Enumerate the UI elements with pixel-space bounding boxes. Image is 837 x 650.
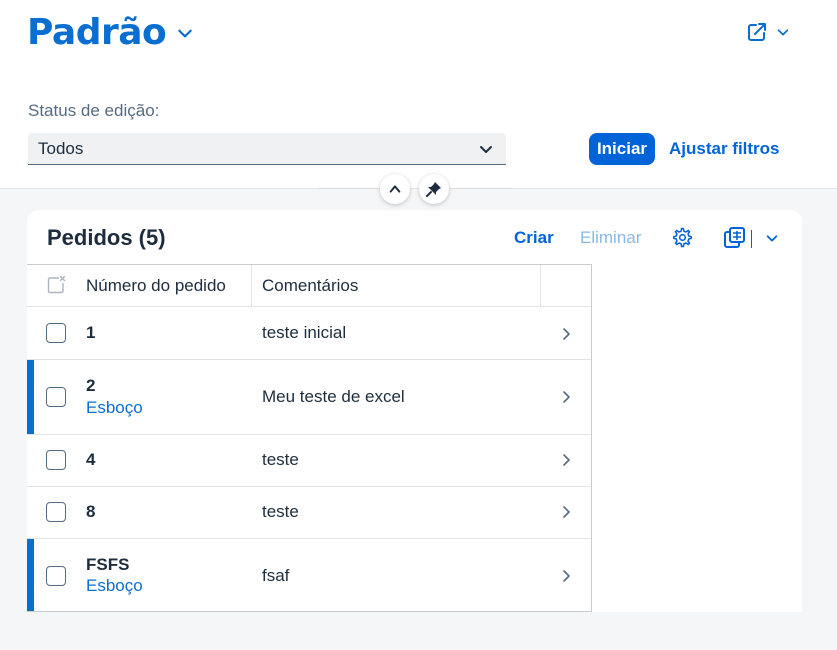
- filter-label: Status de edição:: [28, 101, 160, 120]
- collapse-header-button[interactable]: [380, 174, 410, 204]
- order-number: 8: [86, 502, 96, 521]
- draft-status: Esboço: [86, 576, 143, 595]
- order-comment: fsaf: [262, 566, 290, 585]
- order-comment: teste: [262, 502, 299, 521]
- table-row[interactable]: FSFS Esboço fsaf: [27, 539, 591, 612]
- chevron-down-icon[interactable]: [765, 231, 779, 245]
- go-button[interactable]: Iniciar: [589, 133, 655, 165]
- navigation-arrow-icon: [563, 570, 570, 582]
- navigation-arrow-icon: [563, 506, 570, 518]
- table-row[interactable]: 8 teste: [27, 487, 591, 539]
- column-separator: [540, 265, 541, 307]
- pin-icon: [426, 182, 441, 197]
- order-comment: teste inicial: [262, 323, 347, 342]
- table-row[interactable]: 4 teste: [27, 435, 591, 487]
- navigation-arrow-icon: [563, 391, 570, 403]
- table-bottom-border: [27, 611, 592, 612]
- share-icon: [748, 23, 766, 41]
- row-checkbox[interactable]: [46, 450, 66, 470]
- edit-status-select[interactable]: Todos: [28, 133, 506, 165]
- collapse-up-icon: [389, 185, 401, 193]
- create-button[interactable]: Criar: [514, 228, 554, 248]
- orders-table-card: Pedidos (5) Criar Eliminar Número do ped…: [27, 210, 802, 612]
- order-comment: Meu teste de excel: [262, 387, 405, 406]
- draft-status: Esboço: [86, 398, 143, 417]
- divider: [318, 188, 378, 189]
- column-header-order-number[interactable]: Número do pedido: [86, 276, 226, 296]
- column-separator: [251, 265, 252, 307]
- export-icon[interactable]: [723, 227, 747, 249]
- row-checkbox[interactable]: [46, 387, 66, 407]
- variant-selector[interactable]: Padrão: [27, 12, 194, 53]
- order-number: 1: [86, 323, 96, 342]
- pin-header-button[interactable]: [419, 174, 449, 204]
- table-row[interactable]: 2 Esboço Meu teste de excel: [27, 360, 591, 435]
- gear-icon[interactable]: [672, 227, 693, 248]
- order-comment: teste: [262, 450, 299, 469]
- table-row[interactable]: 1 teste inicial: [27, 307, 591, 360]
- table-title: Pedidos (5): [47, 225, 166, 250]
- row-checkbox[interactable]: [46, 502, 66, 522]
- navigation-arrow-icon: [563, 454, 570, 466]
- page-title: Padrão: [27, 12, 167, 53]
- divider: [751, 230, 752, 248]
- share-menu-button[interactable]: [746, 21, 790, 43]
- orders-table: Número do pedido Comentários 1 teste ini…: [27, 264, 592, 612]
- divider: [452, 188, 512, 189]
- delete-button[interactable]: Eliminar: [580, 228, 641, 248]
- table-header-row: Número do pedido Comentários: [27, 265, 591, 307]
- chevron-down-icon: [777, 29, 789, 36]
- order-number: 2: [86, 376, 96, 395]
- page-header: Padrão Status de edição: Todos Iniciar A…: [0, 0, 837, 189]
- clear-selection-icon[interactable]: [46, 275, 66, 295]
- chevron-down-icon: [480, 146, 492, 153]
- row-checkbox[interactable]: [46, 323, 66, 343]
- row-checkbox[interactable]: [46, 566, 66, 586]
- order-number: 4: [86, 450, 96, 469]
- chevron-down-icon: [178, 29, 193, 37]
- edit-status-value: Todos: [38, 138, 84, 158]
- column-header-comments[interactable]: Comentários: [262, 276, 358, 296]
- adapt-filters-button[interactable]: Ajustar filtros: [669, 139, 780, 159]
- order-number: FSFS: [86, 555, 130, 574]
- navigation-arrow-icon: [563, 328, 570, 340]
